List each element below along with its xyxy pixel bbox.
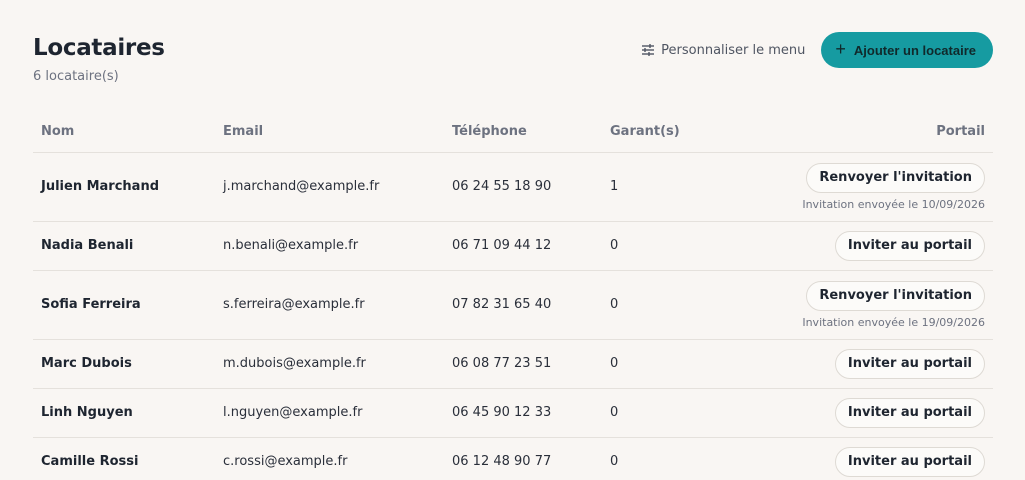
tenant-email: c.rossi@example.fr (215, 437, 444, 480)
column-header-portal: Portail (752, 112, 993, 153)
column-header-phone[interactable]: Téléphone (444, 112, 602, 153)
resend-invitation-button[interactable]: Renvoyer l'invitation (806, 280, 985, 311)
tenant-name[interactable]: Marc Dubois (33, 339, 215, 389)
tenant-email: m.dubois@example.fr (215, 339, 444, 389)
table-row[interactable]: Marc Dubois m.dubois@example.fr 06 08 77… (33, 339, 993, 389)
plus-icon: + (835, 39, 846, 59)
portal-cell: Inviter au portail (752, 221, 993, 271)
tenant-guarantors: 0 (602, 339, 752, 389)
page-title: Locataires (33, 35, 165, 61)
add-tenant-button[interactable]: + Ajouter un locataire (821, 32, 993, 68)
table-row[interactable]: Sofia Ferreira s.ferreira@example.fr 07 … (33, 270, 993, 340)
invitation-sent-note: Invitation envoyée le 10/09/2026 (802, 197, 985, 211)
column-header-email[interactable]: Email (215, 112, 444, 153)
header-actions: Personnaliser le menu + Ajouter un locat… (641, 32, 993, 68)
sliders-icon (641, 43, 655, 57)
tenant-name[interactable]: Linh Nguyen (33, 388, 215, 438)
table-row[interactable]: Julien Marchand j.marchand@example.fr 06… (33, 152, 993, 222)
tenant-name[interactable]: Camille Rossi (33, 437, 215, 480)
resend-invitation-button[interactable]: Renvoyer l'invitation (806, 162, 985, 193)
tenant-email: j.marchand@example.fr (215, 152, 444, 222)
tenant-phone: 06 08 77 23 51 (444, 339, 602, 389)
customize-menu-label: Personnaliser le menu (661, 42, 806, 58)
portal-cell: Inviter au portail (752, 339, 993, 389)
tenant-email: n.benali@example.fr (215, 221, 444, 271)
tenants-table: Nom Email Téléphone Garant(s) Portail Ju… (33, 112, 993, 480)
table-header-row: Nom Email Téléphone Garant(s) Portail (33, 112, 993, 153)
tenant-guarantors: 0 (602, 270, 752, 340)
tenant-guarantors: 0 (602, 221, 752, 271)
table-row[interactable]: Camille Rossi c.rossi@example.fr 06 12 4… (33, 437, 993, 480)
tenant-name[interactable]: Sofia Ferreira (33, 270, 215, 340)
tenant-email: s.ferreira@example.fr (215, 270, 444, 340)
tenant-guarantors: 0 (602, 388, 752, 438)
tenant-phone: 06 12 48 90 77 (444, 437, 602, 480)
portal-cell: Renvoyer l'invitation Invitation envoyée… (752, 270, 993, 340)
tenant-phone: 06 24 55 18 90 (444, 152, 602, 222)
tenant-guarantors: 0 (602, 437, 752, 480)
tenant-name[interactable]: Julien Marchand (33, 152, 215, 222)
add-tenant-label: Ajouter un locataire (853, 42, 976, 58)
portal-cell: Inviter au portail (752, 388, 993, 438)
invite-to-portal-button[interactable]: Inviter au portail (834, 397, 985, 428)
page-header: Locataires 6 locataire(s) Personnaliser … (33, 0, 993, 112)
tenant-phone: 07 82 31 65 40 (444, 270, 602, 340)
portal-cell: Inviter au portail (752, 437, 993, 480)
invite-to-portal-button[interactable]: Inviter au portail (834, 348, 985, 379)
tenants-page: Locataires 6 locataire(s) Personnaliser … (0, 0, 1025, 480)
tenant-name[interactable]: Nadia Benali (33, 221, 215, 271)
column-header-guarantors[interactable]: Garant(s) (602, 112, 752, 153)
portal-cell: Renvoyer l'invitation Invitation envoyée… (752, 152, 993, 222)
tenant-guarantors: 1 (602, 152, 752, 222)
invitation-sent-note: Invitation envoyée le 19/09/2026 (802, 315, 985, 329)
tenant-phone: 06 71 09 44 12 (444, 221, 602, 271)
table-row[interactable]: Linh Nguyen l.nguyen@example.fr 06 45 90… (33, 388, 993, 438)
column-header-name[interactable]: Nom (33, 112, 215, 153)
tenant-phone: 06 45 90 12 33 (444, 388, 602, 438)
tenant-email: l.nguyen@example.fr (215, 388, 444, 438)
invite-to-portal-button[interactable]: Inviter au portail (834, 230, 985, 261)
customize-menu-button[interactable]: Personnaliser le menu (641, 43, 805, 58)
table-row[interactable]: Nadia Benali n.benali@example.fr 06 71 0… (33, 221, 993, 271)
tenant-count: 6 locataire(s) (33, 69, 119, 84)
invite-to-portal-button[interactable]: Inviter au portail (834, 446, 985, 477)
